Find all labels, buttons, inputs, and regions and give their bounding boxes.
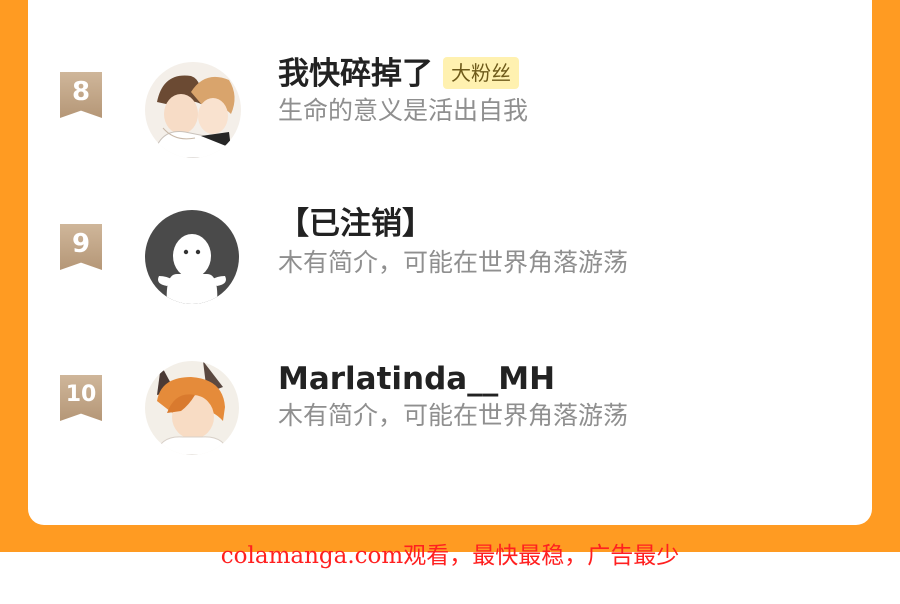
rank-badge: 10	[60, 375, 102, 421]
fan-bio: 木有简介，可能在世界角落游荡	[278, 401, 629, 430]
fan-name[interactable]: 我快碎掉了 大粉丝	[278, 54, 519, 94]
orange-frame: 8 我快碎掉了 大粉丝 生命的意义是活出自我 9 【已注销】 木有简介，可能在世…	[0, 0, 900, 552]
fan-row[interactable]: 9 【已注销】 木有简介，可能在世界角落游荡	[28, 206, 872, 316]
fan-name[interactable]: 【已注销】	[278, 204, 433, 244]
rank-badge: 9	[60, 224, 102, 270]
fan-bio: 木有简介，可能在世界角落游荡	[278, 248, 629, 277]
fan-row[interactable]: 8 我快碎掉了 大粉丝 生命的意义是活出自我	[28, 56, 872, 162]
anime-foxboy-avatar-icon	[145, 361, 239, 455]
fan-name[interactable]: Marlatinda__MH	[278, 359, 555, 399]
avatar[interactable]	[145, 210, 239, 304]
watermark: colamanga.com观看，最快最稳，广告最少	[220, 543, 680, 569]
anime-couple-avatar-icon	[145, 62, 241, 158]
fan-row[interactable]: 10 Marlatinda__MH 木有简介，可能在世界角落游荡	[28, 361, 872, 477]
fan-name-text: 我快碎掉了	[278, 56, 433, 92]
fan-ranking-card: 8 我快碎掉了 大粉丝 生命的意义是活出自我 9 【已注销】 木有简介，可能在世…	[28, 0, 872, 525]
default-ghost-avatar-icon	[145, 210, 239, 304]
big-fan-badge: 大粉丝	[443, 57, 519, 89]
fan-bio: 生命的意义是活出自我	[278, 96, 529, 125]
avatar[interactable]	[145, 361, 239, 455]
avatar[interactable]	[145, 62, 241, 158]
rank-badge: 8	[60, 72, 102, 118]
